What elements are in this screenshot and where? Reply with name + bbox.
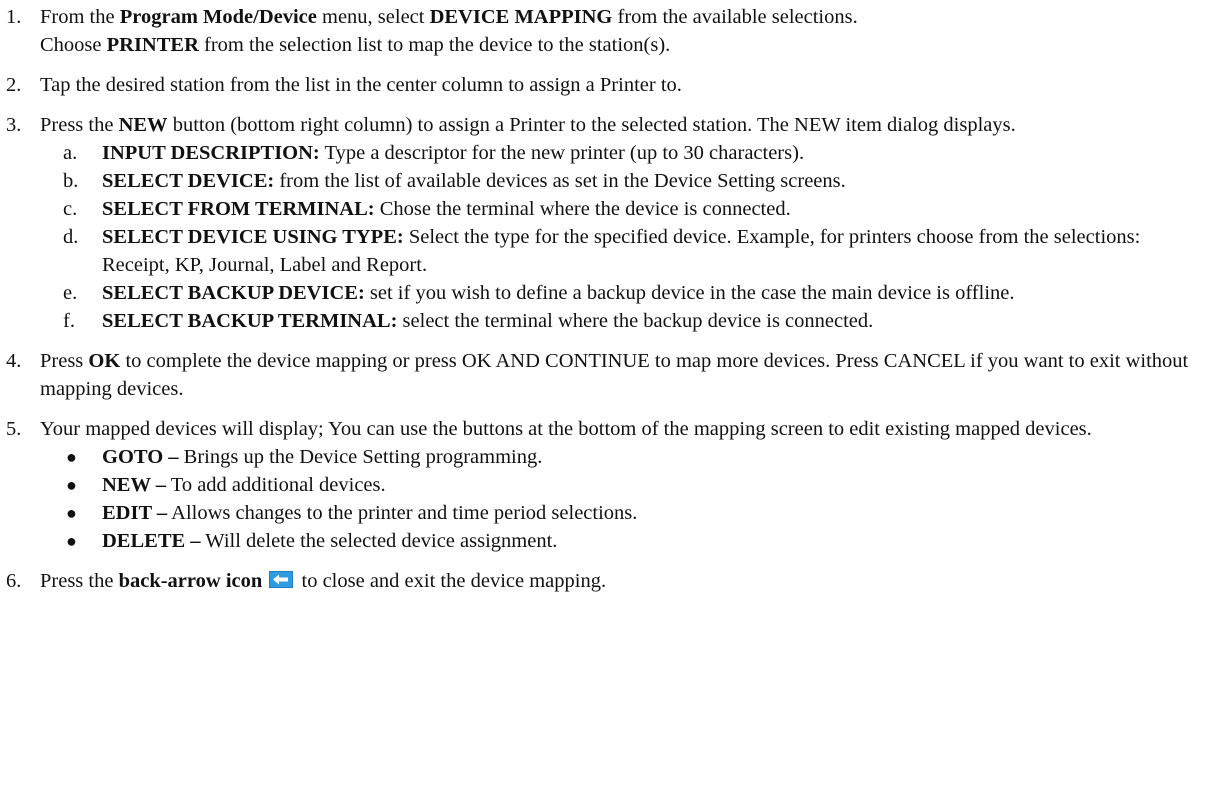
bullet-text: GOTO – Brings up the Device Setting prog… (102, 443, 1210, 471)
step-number: 1. (6, 6, 22, 28)
menu-option: DEVICE MAPPING (429, 6, 613, 28)
step-text: From the Program Mode/Device menu, selec… (40, 3, 1210, 59)
text-run: From the (40, 6, 120, 28)
bullet-item: ● NEW – To add additional devices. (0, 471, 1210, 499)
bullet-text: NEW – To add additional devices. (102, 471, 1210, 499)
step-5: 5. Your mapped devices will display; You… (0, 415, 1210, 443)
field-label: INPUT DESCRIPTION: (102, 142, 320, 164)
substep-text: SELECT BACKUP TERMINAL: select the termi… (102, 307, 1210, 335)
bullet-text: EDIT – Allows changes to the printer and… (102, 499, 1210, 527)
bullet-icon: ● (66, 475, 77, 495)
substep-a: a. INPUT DESCRIPTION: Type a descriptor … (0, 139, 1210, 167)
instruction-document: 1. From the Program Mode/Device menu, se… (0, 3, 1220, 595)
bullet-icon: ● (66, 503, 77, 523)
field-label: SELECT BACKUP DEVICE: (102, 282, 365, 304)
substep-text: SELECT BACKUP DEVICE: set if you wish to… (102, 279, 1210, 307)
text-run: Allows changes to the printer and time p… (167, 502, 638, 524)
step-text: Press the back-arrow icon to close and e… (40, 567, 1210, 595)
bullet-icon: ● (66, 531, 77, 551)
text-run: from the available selections. (612, 6, 858, 28)
step-3: 3. Press the NEW button (bottom right co… (0, 111, 1210, 139)
step-6: 6. Press the back-arrow icon to close an… (0, 567, 1210, 595)
substep-letter: b. (63, 170, 79, 192)
step-3-substeps: a. INPUT DESCRIPTION: Type a descriptor … (0, 139, 1210, 335)
step-1-line-2: Choose PRINTER from the selection list t… (40, 31, 1210, 59)
step-2: 2. Tap the desired station from the list… (0, 71, 1210, 99)
text-run: set if you wish to define a backup devic… (364, 282, 1015, 304)
step-text: Press the NEW button (bottom right colum… (40, 111, 1210, 139)
substep-text: INPUT DESCRIPTION: Type a descriptor for… (102, 139, 1210, 167)
step-number: 5. (6, 418, 22, 440)
substep-text: SELECT DEVICE USING TYPE: Select the typ… (102, 223, 1210, 279)
text-run: Will delete the selected device assignme… (200, 530, 558, 552)
text-run: Press (40, 350, 89, 372)
button-name: GOTO – (102, 446, 179, 468)
substep-letter: d. (63, 226, 79, 248)
bullet-icon: ● (66, 447, 77, 467)
substep-text: SELECT DEVICE: from the list of availabl… (102, 167, 1210, 195)
text-run: from the list of available devices as se… (274, 170, 846, 192)
field-label: SELECT BACKUP TERMINAL: (102, 310, 398, 332)
step-text: Your mapped devices will display; You ca… (40, 418, 1092, 440)
back-arrow-icon (269, 571, 294, 588)
substep-letter: c. (63, 198, 78, 220)
bullet-item: ● GOTO – Brings up the Device Setting pr… (0, 443, 1210, 471)
substep-letter: f. (63, 310, 75, 332)
substep-letter: e. (63, 282, 78, 304)
field-label: SELECT DEVICE: (102, 170, 275, 192)
text-run: To add additional devices. (165, 474, 386, 496)
text-run: select the terminal where the backup dev… (397, 310, 874, 332)
text-run: button (bottom right column) to assign a… (167, 114, 1016, 136)
text-run: Press the (40, 114, 119, 136)
step-number: 4. (6, 350, 22, 372)
substep-e: e. SELECT BACKUP DEVICE: set if you wish… (0, 279, 1210, 307)
text-run: Chose the terminal where the device is c… (374, 198, 791, 220)
substep-f: f. SELECT BACKUP TERMINAL: select the te… (0, 307, 1210, 335)
bullet-item: ● EDIT – Allows changes to the printer a… (0, 499, 1210, 527)
button-name: OK (88, 350, 121, 372)
step-text: Press OK to complete the device mapping … (40, 347, 1210, 403)
button-name: NEW – (102, 474, 166, 496)
substep-text: SELECT FROM TERMINAL: Chose the terminal… (102, 195, 1210, 223)
step-number: 6. (6, 570, 22, 592)
text-run: to close and exit the device mapping. (296, 570, 607, 592)
text-run: to complete the device mapping or press … (40, 350, 1189, 400)
icon-name: back-arrow icon (118, 570, 263, 592)
step-5-bullets: ● GOTO – Brings up the Device Setting pr… (0, 443, 1210, 555)
substep-d: d. SELECT DEVICE USING TYPE: Select the … (0, 223, 1210, 279)
selection-name: PRINTER (106, 34, 199, 56)
button-name: EDIT – (102, 502, 168, 524)
text-run: Type a descriptor for the new printer (u… (319, 142, 805, 164)
text-run: Choose (40, 34, 107, 56)
text-run: from the selection list to map the devic… (198, 34, 671, 56)
bullet-text: DELETE – Will delete the selected device… (102, 527, 1210, 555)
step-number: 3. (6, 114, 22, 136)
step-1-line-1: From the Program Mode/Device menu, selec… (40, 3, 1210, 31)
field-label: SELECT FROM TERMINAL: (102, 198, 375, 220)
bullet-item: ● DELETE – Will delete the selected devi… (0, 527, 1210, 555)
step-number: 2. (6, 74, 22, 96)
text-run: menu, select (316, 6, 430, 28)
step-text: Tap the desired station from the list in… (40, 74, 682, 96)
substep-letter: a. (63, 142, 78, 164)
button-name: DELETE – (102, 530, 201, 552)
step-4: 4. Press OK to complete the device mappi… (0, 347, 1210, 403)
text-run: Press the (40, 570, 119, 592)
button-name: NEW (118, 114, 168, 136)
text-run: Brings up the Device Setting programming… (178, 446, 543, 468)
field-label: SELECT DEVICE USING TYPE: (102, 226, 404, 248)
menu-name: Program Mode/Device (119, 6, 317, 28)
step-1: 1. From the Program Mode/Device menu, se… (0, 3, 1210, 59)
substep-c: c. SELECT FROM TERMINAL: Chose the termi… (0, 195, 1210, 223)
substep-b: b. SELECT DEVICE: from the list of avail… (0, 167, 1210, 195)
